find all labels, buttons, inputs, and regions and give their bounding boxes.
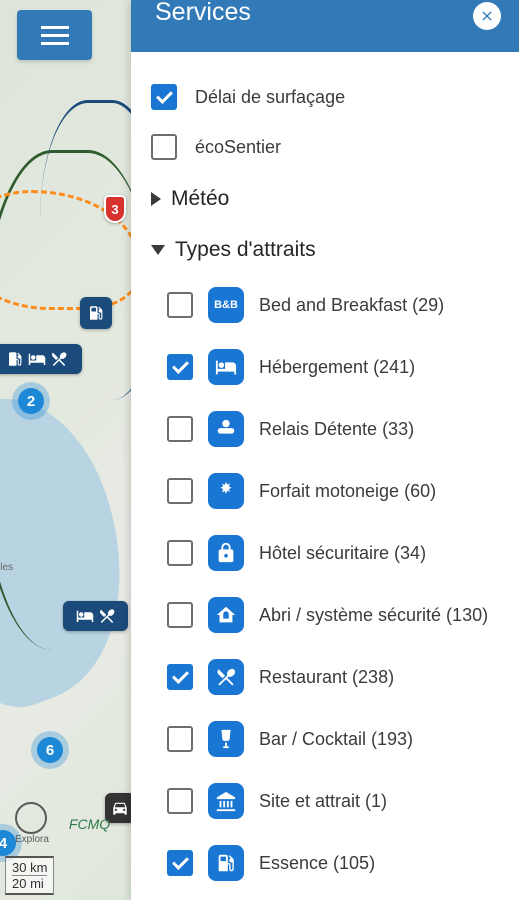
type-icon-badge xyxy=(208,473,244,509)
panel-title: Services xyxy=(155,0,251,27)
type-filter-row[interactable]: Bar / Cocktail (193) xyxy=(151,708,519,770)
type-icon-badge xyxy=(208,411,244,447)
section-title: Types d'attraits xyxy=(175,238,316,262)
type-icon-badge xyxy=(208,659,244,695)
attribution-logos: Explora FCMQ xyxy=(15,802,110,845)
services-panel: Services Délai de surfaçage écoSentier M… xyxy=(131,0,519,900)
bed-icon xyxy=(28,350,46,368)
type-label: Abri / système sécurité (130) xyxy=(259,605,488,626)
section-title: Météo xyxy=(171,187,229,211)
bed-icon xyxy=(76,607,94,625)
panel-header: Services xyxy=(131,0,519,52)
type-label: Restaurant (238) xyxy=(259,667,394,688)
shelter-icon xyxy=(215,604,237,626)
lock-icon xyxy=(215,542,237,564)
gas-marker[interactable] xyxy=(80,297,112,329)
gas-icon xyxy=(6,350,24,368)
scale-mi: 20 mi xyxy=(12,875,47,891)
type-filter-row[interactable]: Abri / système sécurité (130) xyxy=(151,584,519,646)
checkbox[interactable] xyxy=(151,84,177,110)
map-scale: 30 km 20 mi xyxy=(5,856,54,895)
explora-logo-text: Explora xyxy=(15,834,49,845)
bnb-icon: B&B xyxy=(214,299,238,311)
map-place-label: Pistoles xyxy=(0,562,13,573)
checkbox[interactable] xyxy=(167,850,193,876)
section-weather[interactable]: Météo xyxy=(151,172,519,223)
type-filter-row[interactable]: Forfait motoneige (60) xyxy=(151,460,519,522)
type-icon-badge xyxy=(208,349,244,385)
type-label: Site et attrait (1) xyxy=(259,791,387,812)
cluster-marker[interactable]: 2 xyxy=(18,388,44,414)
services-marker[interactable] xyxy=(0,344,82,374)
type-icon-badge: B&B xyxy=(208,287,244,323)
type-label: Bed and Breakfast (29) xyxy=(259,295,444,316)
checkbox[interactable] xyxy=(167,726,193,752)
type-filter-row[interactable]: B&B Bed and Breakfast (29) xyxy=(151,274,519,336)
food-icon xyxy=(215,666,237,688)
filter-checkbox-row[interactable]: Délai de surfaçage xyxy=(151,72,519,122)
museum-icon xyxy=(215,790,237,812)
car-icon xyxy=(111,799,129,817)
type-label: Hébergement (241) xyxy=(259,357,415,378)
panel-body[interactable]: Délai de surfaçage écoSentier Météo Type… xyxy=(131,52,519,900)
checkbox[interactable] xyxy=(167,478,193,504)
gas-icon xyxy=(215,852,237,874)
type-filter-row[interactable]: Hôtel sécuritaire (34) xyxy=(151,522,519,584)
type-filter-row[interactable]: Essence (105) xyxy=(151,832,519,894)
filter-checkbox-row[interactable]: écoSentier xyxy=(151,122,519,172)
type-icon-badge xyxy=(208,721,244,757)
drink-icon xyxy=(215,728,237,750)
checkbox[interactable] xyxy=(167,788,193,814)
type-label: Forfait motoneige (60) xyxy=(259,481,436,502)
type-filter-row[interactable]: Stationnement (313) xyxy=(151,894,519,900)
route-marker[interactable]: 3 xyxy=(104,195,126,223)
food-icon xyxy=(98,607,116,625)
close-button[interactable] xyxy=(473,2,501,30)
cluster-marker[interactable]: 6 xyxy=(37,737,63,763)
snow-icon xyxy=(215,480,237,502)
type-icon-badge xyxy=(208,845,244,881)
type-filter-row[interactable]: Relais Détente (33) xyxy=(151,398,519,460)
gas-icon xyxy=(87,304,105,322)
type-filter-row[interactable]: Site et attrait (1) xyxy=(151,770,519,832)
menu-button[interactable] xyxy=(17,10,92,60)
checkbox-label: écoSentier xyxy=(195,137,281,158)
food-icon xyxy=(50,350,68,368)
checkbox[interactable] xyxy=(167,602,193,628)
type-filter-row[interactable]: Hébergement (241) xyxy=(151,336,519,398)
checkbox[interactable] xyxy=(167,664,193,690)
chevron-right-icon xyxy=(151,192,161,206)
chevron-down-icon xyxy=(151,245,165,255)
type-filter-row[interactable]: Restaurant (238) xyxy=(151,646,519,708)
checkbox-label: Délai de surfaçage xyxy=(195,87,345,108)
type-icon-badge xyxy=(208,783,244,819)
route-number: 3 xyxy=(111,202,118,217)
bed-icon xyxy=(215,356,237,378)
type-label: Hôtel sécuritaire (34) xyxy=(259,543,426,564)
checkbox[interactable] xyxy=(167,416,193,442)
checkbox[interactable] xyxy=(167,354,193,380)
checkbox[interactable] xyxy=(151,134,177,160)
type-label: Essence (105) xyxy=(259,853,375,874)
spa-icon xyxy=(215,418,237,440)
scale-km: 30 km xyxy=(12,860,47,875)
checkbox[interactable] xyxy=(167,292,193,318)
services-marker[interactable] xyxy=(63,601,128,631)
section-types[interactable]: Types d'attraits xyxy=(151,223,519,274)
checkbox[interactable] xyxy=(167,540,193,566)
type-label: Bar / Cocktail (193) xyxy=(259,729,413,750)
type-icon-badge xyxy=(208,597,244,633)
explora-logo-icon xyxy=(15,802,47,834)
close-icon xyxy=(479,8,495,24)
type-icon-badge xyxy=(208,535,244,571)
type-label: Relais Détente (33) xyxy=(259,419,414,440)
fcmq-logo-text: FCMQ xyxy=(69,816,110,832)
